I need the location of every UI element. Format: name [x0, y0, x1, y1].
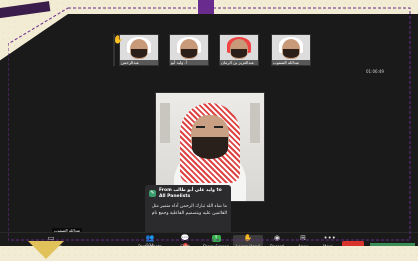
hand-icon: ✋	[243, 234, 253, 242]
apps-icon: ⊞	[300, 234, 306, 242]
meeting-window: عبدالله الصفوب عبدالعزيز بن الرمان أ. ول…	[0, 14, 418, 246]
chat-header: From وليد علي أبو طالب to All Panelists	[159, 188, 222, 199]
participants-icon: 👥234	[145, 234, 155, 248]
participant-thumbnail[interactable]: عبدالعزيز بن الرمان	[219, 34, 259, 66]
record-icon: ◉	[273, 234, 281, 242]
chat-notification[interactable]: ✎ From وليد علي أبو طالب to All Panelist…	[145, 185, 231, 236]
participant-thumbnail[interactable]: أ. وليد أبو	[169, 34, 209, 66]
more-icon: •••	[323, 234, 336, 242]
participant-name: عبدالعزيز بن الرمان	[220, 60, 258, 65]
chat-bubble-icon: 💬3	[181, 235, 190, 246]
share-screen-icon: ↑	[211, 235, 221, 242]
decorative-stripe	[198, 0, 214, 14]
participant-thumbnail[interactable]: عبدالله الصفوب	[271, 34, 311, 66]
meeting-clock: 01:06:49	[366, 69, 384, 74]
decorative-triangle	[28, 241, 64, 259]
participant-name: عبدالله الصفوب	[272, 60, 310, 65]
chat-message: ما شاء الله تبارك الرحمن أداء متميز مثل …	[151, 204, 227, 216]
participant-name: أ. وليد أبو	[170, 60, 208, 65]
chat-icon: ✎	[149, 190, 156, 197]
